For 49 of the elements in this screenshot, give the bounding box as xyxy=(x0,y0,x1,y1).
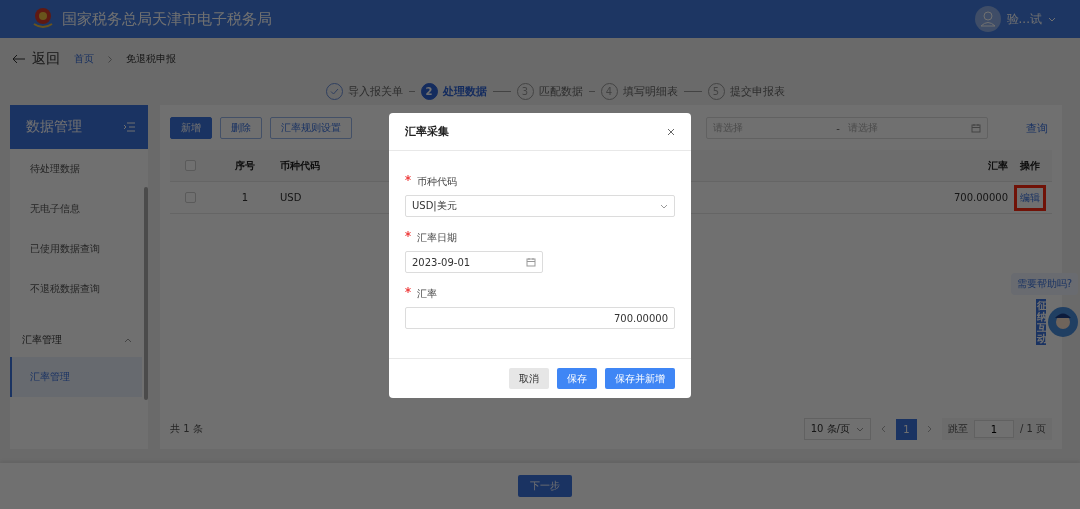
page-jump: 跳至 1 / 1 页 xyxy=(941,418,1052,440)
field-label: 汇率 xyxy=(405,287,675,301)
sidebar-item[interactable]: 已使用数据查询 xyxy=(10,229,142,269)
help-bubble[interactable]: 需要帮助吗? xyxy=(1010,273,1078,295)
user-menu[interactable]: 验...试 xyxy=(974,6,1056,32)
breadcrumb-link[interactable]: 免退税申报 xyxy=(126,52,176,66)
toolbar-button[interactable]: 汇率规则设置 xyxy=(270,117,352,139)
site-title: 国家税务总局天津市电子税务局 xyxy=(62,9,273,29)
calendar-icon xyxy=(526,257,536,267)
avatar-icon xyxy=(974,6,1001,32)
dialog-button[interactable]: 取消 xyxy=(509,368,549,389)
back-link[interactable]: 返回 xyxy=(12,50,60,68)
edit-link[interactable]: 编辑 xyxy=(1014,184,1046,211)
assistant-label[interactable]: 征纳互动 xyxy=(1036,299,1046,345)
prev-icon[interactable] xyxy=(880,425,886,433)
arrow-left-icon xyxy=(12,54,26,64)
sidebar-group[interactable]: 汇率管理 xyxy=(10,323,142,357)
sidebar-item[interactable]: 汇率管理 xyxy=(10,357,142,397)
breadcrumb-link[interactable]: 首页 xyxy=(74,52,94,66)
chevron-icon xyxy=(855,426,864,432)
chevron-icon xyxy=(660,203,668,209)
menu-icon[interactable] xyxy=(124,122,136,132)
dialog-button[interactable]: 保存 xyxy=(557,368,597,389)
page-size-select[interactable]: 10 条/页 xyxy=(803,418,871,440)
date-field[interactable]: 2023-09-01 xyxy=(405,251,543,273)
assistant-figure-icon[interactable] xyxy=(1048,307,1078,337)
caret-icon xyxy=(1048,16,1056,22)
search-link[interactable]: 查询 xyxy=(1026,120,1048,136)
step-number: 2 xyxy=(420,82,438,100)
step: 2 处理数据 xyxy=(420,82,487,100)
sidebar-item[interactable]: 待处理数据 xyxy=(10,149,142,189)
field-label: 汇率日期 xyxy=(405,231,675,245)
sidebar-item[interactable]: 无电子信息 xyxy=(10,189,142,229)
total-count: 共 1 条 xyxy=(170,422,203,436)
page-input[interactable]: 1 xyxy=(973,420,1014,438)
next-icon[interactable] xyxy=(926,425,932,433)
dialog-button[interactable]: 保存并新增 xyxy=(605,368,675,389)
dialog-title: 汇率采集 xyxy=(405,124,449,139)
chevron-icon xyxy=(108,55,112,63)
sidebar-item[interactable]: 不退税数据查询 xyxy=(10,269,142,309)
chevron-icon xyxy=(124,337,132,343)
input-field[interactable]: 700.00000 xyxy=(405,307,675,329)
select-field[interactable]: USD|美元 xyxy=(405,195,675,217)
toolbar-button[interactable]: 删除 xyxy=(220,117,262,139)
sidebar-title: 数据管理 xyxy=(10,105,148,149)
close-icon[interactable] xyxy=(667,127,675,136)
toolbar-button[interactable]: 新增 xyxy=(170,117,212,139)
calendar-icon xyxy=(971,123,981,133)
page-button[interactable]: 1 xyxy=(895,418,917,440)
